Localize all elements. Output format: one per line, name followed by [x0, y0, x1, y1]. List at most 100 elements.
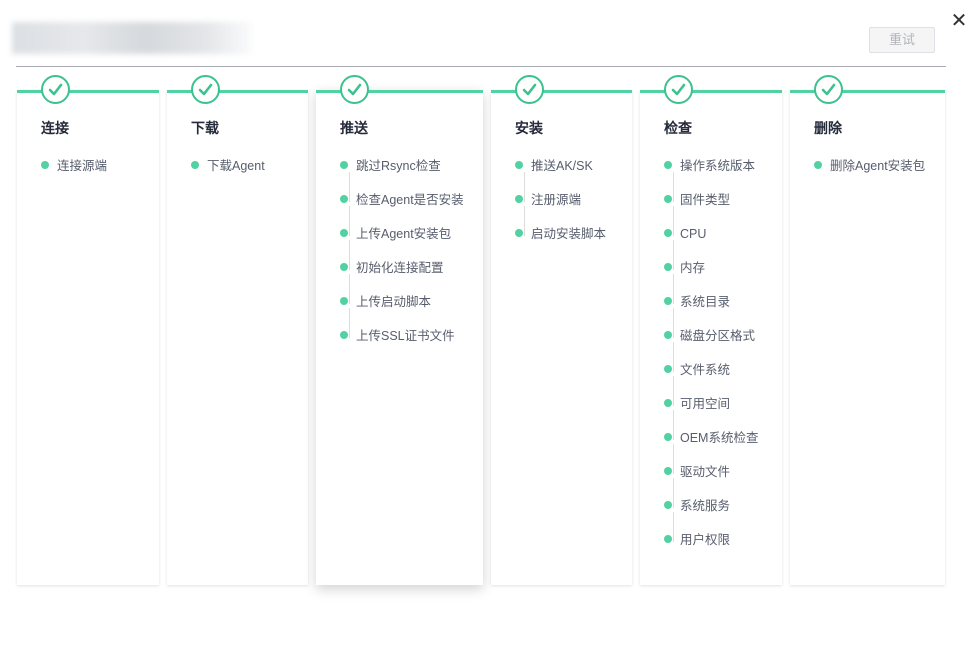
stage-title: 下载	[191, 120, 219, 136]
close-icon[interactable]: ✕	[948, 10, 970, 32]
step-status-dot	[340, 195, 348, 203]
step-status-dot	[664, 297, 672, 305]
step-status-dot	[664, 331, 672, 339]
step-status-dot	[664, 229, 672, 237]
stage-progress-line	[167, 90, 308, 93]
step-item: 初始化连接配置	[340, 261, 464, 304]
step-label: 下载Agent	[207, 159, 265, 173]
step-status-dot	[340, 161, 348, 169]
step-item: 推送AK/SK	[515, 159, 606, 202]
stage-step-list: 操作系统版本 固件类型 CPU 内存系统目录磁盘分区格式 文件系统可用空间 OEM系统检查…	[664, 159, 759, 568]
step-item: 固件类型	[664, 193, 758, 236]
blurred-title	[12, 22, 252, 54]
step-label: 固件类型	[680, 193, 731, 207]
stage-step-list: 推送AK/SK 注册源端启动安装脚本	[515, 159, 607, 262]
step-status-dot	[664, 365, 672, 373]
step-label: 上传SSL证书文件	[356, 329, 455, 343]
step-status-dot	[340, 297, 348, 305]
step-label: CPU	[680, 227, 707, 241]
step-label: 操作系统版本	[680, 159, 756, 173]
step-item: 驱动文件	[664, 465, 758, 508]
step-label: 系统目录	[680, 295, 731, 309]
step-status-dot	[664, 501, 672, 509]
step-item: 跳过Rsync检查	[340, 159, 464, 202]
step-item: 删除Agent安装包	[814, 159, 926, 194]
step-label: 启动安装脚本	[531, 227, 607, 241]
step-label: 系统服务	[680, 499, 731, 513]
step-label: 文件系统	[680, 363, 731, 377]
step-item: CPU	[664, 227, 758, 270]
step-item: 连接源端	[41, 159, 108, 194]
stage-progress-line	[17, 90, 159, 93]
step-label: 内存	[680, 261, 706, 275]
step-label: 连接源端	[57, 159, 108, 173]
step-item: 操作系统版本	[664, 159, 758, 202]
step-status-dot	[41, 161, 49, 169]
step-item: 内存	[664, 261, 758, 304]
step-status-dot	[515, 229, 523, 237]
step-item: 文件系统	[664, 363, 758, 406]
stage-column-3: 推送跳过Rsync检查检查Agent是否安装 上传Agent安装包 初始化连接配置上…	[316, 75, 483, 585]
step-item: 下载Agent	[191, 159, 265, 194]
stage-title: 推送	[340, 120, 368, 136]
step-item: 系统服务	[664, 499, 758, 542]
step-status-dot	[664, 263, 672, 271]
step-status-dot	[340, 263, 348, 271]
step-item: 磁盘分区格式	[664, 329, 758, 372]
stage-column-6: 删除删除Agent安装包	[790, 75, 945, 585]
step-item: 系统目录	[664, 295, 758, 338]
stage-progress-line	[491, 90, 632, 93]
stage-title: 检查	[664, 120, 692, 136]
step-label: 上传Agent安装包	[356, 227, 452, 241]
step-item: 上传SSL证书文件	[340, 329, 464, 364]
step-item: 检查Agent是否安装	[340, 193, 464, 236]
stage-progress-line	[640, 90, 782, 93]
stage-column-2: 下载下载Agent	[167, 75, 308, 585]
step-status-dot	[515, 195, 523, 203]
step-item: 上传Agent安装包	[340, 227, 464, 270]
step-status-dot	[664, 433, 672, 441]
step-item: 注册源端	[515, 193, 606, 236]
check-circle-icon	[41, 75, 70, 104]
stage-title: 安装	[515, 120, 543, 136]
step-item: 用户权限	[664, 533, 758, 568]
step-label: 跳过Rsync检查	[356, 159, 441, 173]
step-status-dot	[515, 161, 523, 169]
step-status-dot	[664, 467, 672, 475]
step-label: 可用空间	[680, 397, 731, 411]
retry-button[interactable]: 重试	[869, 27, 935, 53]
check-circle-icon	[515, 75, 544, 104]
step-status-dot	[340, 331, 348, 339]
step-item: OEM系统检查	[664, 431, 759, 474]
step-status-dot	[664, 535, 672, 543]
stage-step-list: 删除Agent安装包	[814, 159, 926, 194]
stage-step-list: 下载Agent	[191, 159, 265, 194]
check-circle-icon	[664, 75, 693, 104]
step-status-dot	[664, 161, 672, 169]
step-label: 检查Agent是否安装	[356, 193, 464, 207]
step-label: 驱动文件	[680, 465, 731, 479]
stage-step-list: 跳过Rsync检查检查Agent是否安装 上传Agent安装包 初始化连接配置 上传启…	[340, 159, 464, 364]
stage-title: 删除	[814, 120, 842, 136]
check-circle-icon	[814, 75, 843, 104]
step-status-dot	[814, 161, 822, 169]
step-label: 用户权限	[680, 533, 731, 547]
stage-column-4: 安装推送AK/SK 注册源端启动安装脚本	[491, 75, 632, 585]
step-label: 磁盘分区格式	[680, 329, 756, 343]
step-label: 注册源端	[531, 193, 582, 207]
stage-column-1: 连接 连接源端	[17, 75, 159, 585]
step-status-dot	[191, 161, 199, 169]
step-item: 可用空间	[664, 397, 758, 440]
step-status-dot	[664, 195, 672, 203]
stage-step-list: 连接源端	[41, 159, 108, 194]
step-label: OEM系统检查	[680, 431, 759, 445]
step-label: 推送AK/SK	[531, 159, 593, 173]
step-status-dot	[340, 229, 348, 237]
step-label: 删除Agent安装包	[830, 159, 926, 173]
stage-column-5: 检查操作系统版本 固件类型 CPU 内存系统目录磁盘分区格式 文件系统可用空间 OEM系统…	[640, 75, 782, 585]
step-label: 初始化连接配置	[356, 261, 444, 275]
step-label: 上传启动脚本	[356, 295, 432, 309]
header-divider	[16, 66, 946, 67]
step-item: 上传启动脚本	[340, 295, 464, 338]
check-circle-icon	[340, 75, 369, 104]
